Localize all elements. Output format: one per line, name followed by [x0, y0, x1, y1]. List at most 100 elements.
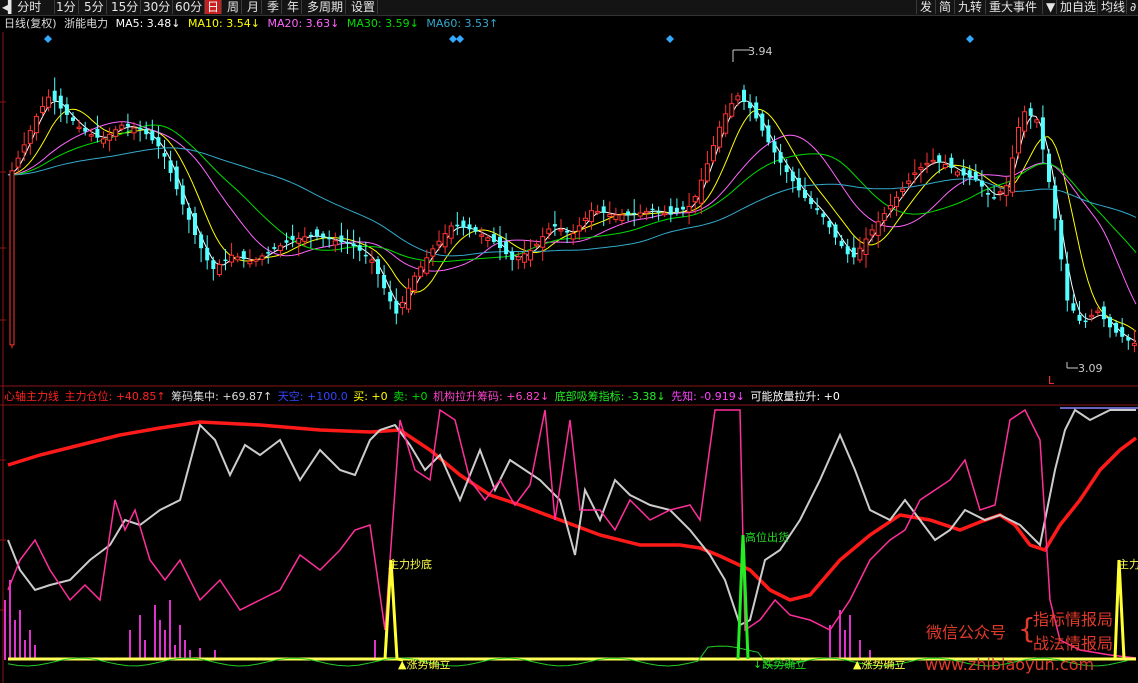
candle: [863, 227, 869, 268]
candle: [869, 224, 875, 242]
candle: [430, 244, 436, 266]
candle: [235, 252, 241, 263]
candle: [205, 235, 210, 270]
candle: [1101, 301, 1106, 328]
candle: [150, 119, 155, 144]
high-price-label: 3.94: [748, 45, 773, 58]
candle: [552, 211, 557, 236]
candle: [735, 92, 741, 106]
candle: [259, 253, 265, 266]
candle: [742, 84, 746, 110]
watermark-line1: 指标情报局: [1033, 610, 1114, 629]
candle: [382, 265, 387, 295]
signal-diamond-icon: [666, 35, 674, 43]
candlestick-chart[interactable]: 3.94 3.09 L 主力抄底 高位出货 ▲涨势确立 ↓跌势确立 ▲涨势确立 …: [0, 0, 1138, 683]
candle: [113, 126, 119, 142]
candle: [1077, 300, 1082, 325]
candle: [216, 259, 222, 277]
candle: [723, 104, 729, 137]
candle: [156, 125, 161, 159]
candle: [681, 201, 685, 217]
rise-confirm-2: ▲涨势确立: [853, 657, 905, 671]
candle: [619, 208, 625, 226]
watermark-brace: {: [1018, 612, 1036, 645]
main-bottom-spike: [383, 559, 404, 662]
ma5-line: [7, 99, 1137, 342]
candle: [698, 168, 704, 215]
candle: [76, 119, 82, 133]
candle: [418, 261, 424, 279]
low-price-marker: 3.09: [1066, 362, 1103, 375]
sell-value: 卖: +0: [393, 390, 428, 403]
fall-confirm: ↓跌势确立: [753, 657, 806, 671]
candle: [131, 122, 137, 141]
candle: [1016, 117, 1021, 159]
candle: [711, 136, 716, 164]
candle: [857, 236, 863, 263]
candle: [351, 229, 356, 259]
candle: [894, 191, 899, 217]
bottom-absorb-value: 底部吸筹指标: -3.38↓: [554, 390, 666, 403]
candle: [949, 153, 954, 174]
signal-diamond-icon: [44, 35, 52, 43]
candle: [875, 211, 881, 248]
candle: [162, 139, 167, 169]
candle: [424, 249, 430, 276]
candle: [52, 77, 57, 115]
high-price-marker: 3.94: [732, 45, 773, 62]
candle: [290, 224, 295, 248]
candle: [21, 132, 27, 162]
indicator-legend: 心轴主力线 主力仓位: +40.85↑ 筹码集中: +69.87↑ 天空: +1…: [4, 390, 842, 404]
candle: [186, 202, 191, 234]
candle: [1059, 214, 1064, 272]
candle: [601, 199, 606, 226]
candle: [308, 231, 313, 248]
vol-rise-value: 可能放量拉升: +0: [750, 390, 840, 403]
ma20-line: [7, 121, 1137, 305]
candle: [992, 186, 997, 201]
candle: [973, 163, 978, 182]
candle: [558, 219, 564, 236]
sky-value: 天空: +100.0: [277, 390, 348, 403]
watermark-wechat: 微信公众号: [926, 623, 1007, 642]
candle: [144, 121, 149, 140]
candle: [180, 178, 185, 215]
candle: [912, 159, 918, 184]
foreknow-value: 先知: -0.919↓: [671, 390, 745, 403]
candle: [881, 206, 887, 232]
candle: [686, 192, 692, 225]
watermark-line2: 战法情报局: [1033, 634, 1114, 653]
candle: [924, 152, 930, 174]
candle: [729, 93, 735, 119]
signal-diamond-icon: [456, 35, 464, 43]
candle: [528, 239, 533, 267]
candle: [955, 169, 960, 178]
candle: [1040, 105, 1045, 164]
candle: [241, 248, 246, 268]
top-escape-signal: 高位出货: [745, 530, 789, 544]
candle: [748, 94, 753, 122]
candle: [138, 120, 143, 142]
candle: [107, 127, 113, 152]
buy-value: 买: +0: [353, 390, 388, 403]
candle: [199, 231, 204, 263]
candle: [95, 115, 100, 143]
candle: [327, 230, 332, 248]
chip-concentration-value: 筹码集中: +69.87↑: [171, 390, 273, 403]
candle: [33, 113, 39, 141]
watermark-site: www.zhibiaoyun.com: [925, 655, 1095, 674]
candle: [321, 231, 326, 247]
rise-confirm-1: ▲涨势确立: [398, 657, 450, 671]
candle: [9, 162, 15, 349]
indicator-name[interactable]: 心轴主力线: [4, 390, 59, 403]
candle: [376, 256, 380, 288]
signal-diamond-icon: [966, 35, 974, 43]
candle: [576, 217, 582, 240]
candle: [1047, 149, 1051, 189]
candle: [211, 256, 216, 281]
candle: [1114, 320, 1119, 337]
candle: [473, 224, 478, 235]
candle: [168, 150, 173, 182]
candle: [656, 206, 661, 221]
candle: [436, 230, 442, 251]
